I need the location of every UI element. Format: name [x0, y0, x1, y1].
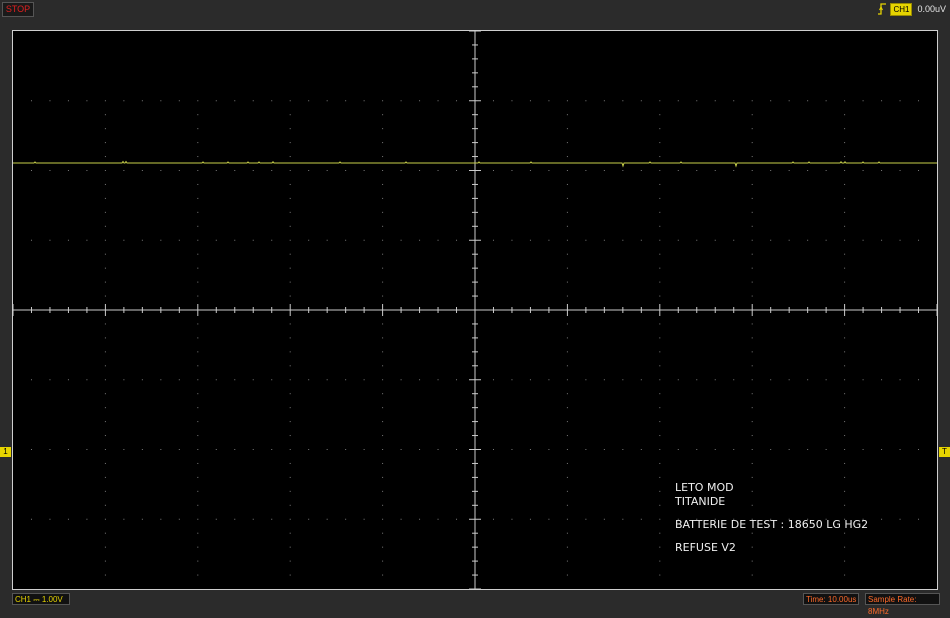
time-per-div[interactable]: Time: 10.00us	[803, 593, 859, 605]
annotation-text: LETO MOD TITANIDE BATTERIE DE TEST : 186…	[675, 481, 868, 555]
stop-button[interactable]: STOP	[2, 2, 34, 17]
annotation-line-mod: LETO MOD	[675, 481, 734, 494]
top-toolbar: STOP CH1 0.00uV	[0, 0, 950, 18]
trigger-settings[interactable]: CH1 0.00uV	[877, 2, 946, 16]
ch1-volts-per-div[interactable]: CH1 ⎓ 1.00V	[12, 593, 70, 605]
annotation-line-version: REFUSE V2	[675, 541, 736, 554]
channel1-ground-marker[interactable]: 1	[0, 447, 11, 457]
trigger-level-readout: 0.00uV	[917, 4, 946, 14]
annotation-line-model: TITANIDE	[675, 495, 726, 508]
rising-edge-trigger-icon	[878, 3, 887, 15]
trigger-level-marker[interactable]: T	[939, 447, 950, 457]
sample-rate-readout: Sample Rate: 8MHz	[865, 593, 940, 616]
trigger-channel-badge[interactable]: CH1	[890, 2, 913, 16]
oscilloscope-screen[interactable]: LETO MOD TITANIDE BATTERIE DE TEST : 186…	[12, 30, 938, 590]
annotation-line-battery: BATTERIE DE TEST : 18650 LG HG2	[675, 518, 869, 531]
status-bar: CH1 ⎓ 1.00V Time: 10.00us Sample Rate: 8…	[0, 592, 950, 616]
